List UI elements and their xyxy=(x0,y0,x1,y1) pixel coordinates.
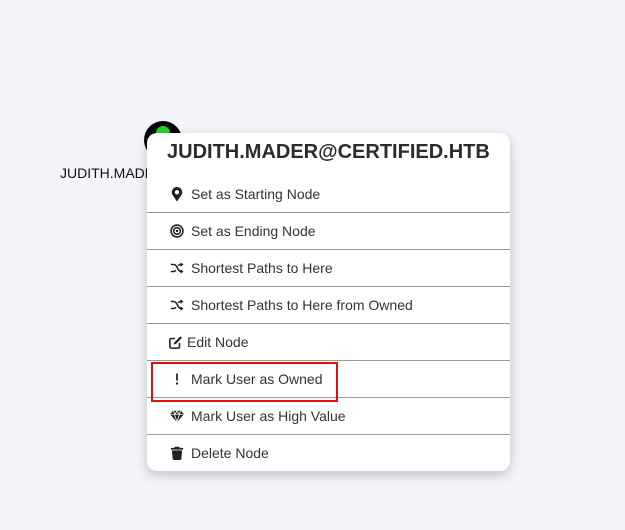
menu-item-label: Shortest Paths to Here xyxy=(191,260,333,276)
menu-item-delete-node[interactable]: Delete Node xyxy=(147,434,510,471)
menu-item-mark-user-high-value[interactable]: Mark User as High Value xyxy=(147,397,510,434)
menu-item-label: Set as Starting Node xyxy=(191,186,321,202)
menu-item-label: Mark User as Owned xyxy=(191,371,323,387)
menu-item-label: Set as Ending Node xyxy=(191,223,316,239)
trash-icon xyxy=(169,445,185,461)
menu-item-label: Edit Node xyxy=(187,334,249,350)
exclamation-icon xyxy=(169,371,185,387)
node-context-menu: JUDITH.MADER@CERTIFIED.HTB Set as Starti… xyxy=(147,133,510,471)
menu-item-label: Delete Node xyxy=(191,445,269,461)
shuffle-icon xyxy=(169,297,185,313)
menu-item-shortest-paths-here-from-owned[interactable]: Shortest Paths to Here from Owned xyxy=(147,286,510,323)
menu-item-label: Mark User as High Value xyxy=(191,408,346,424)
menu-item-set-ending-node[interactable]: Set as Ending Node xyxy=(147,212,510,249)
menu-title: JUDITH.MADER@CERTIFIED.HTB xyxy=(167,141,490,163)
menu-item-edit-node[interactable]: Edit Node xyxy=(147,323,510,360)
menu-list: Set as Starting Node Set as Ending Node … xyxy=(147,176,510,471)
menu-item-mark-user-owned[interactable]: Mark User as Owned xyxy=(147,360,510,397)
menu-item-label: Shortest Paths to Here from Owned xyxy=(191,297,413,313)
menu-item-shortest-paths-here[interactable]: Shortest Paths to Here xyxy=(147,249,510,286)
menu-item-set-starting-node[interactable]: Set as Starting Node xyxy=(147,176,510,212)
target-icon xyxy=(169,223,185,239)
shuffle-icon xyxy=(169,260,185,276)
edit-icon xyxy=(169,334,183,350)
map-pin-icon xyxy=(169,186,185,202)
gem-icon xyxy=(169,408,185,424)
